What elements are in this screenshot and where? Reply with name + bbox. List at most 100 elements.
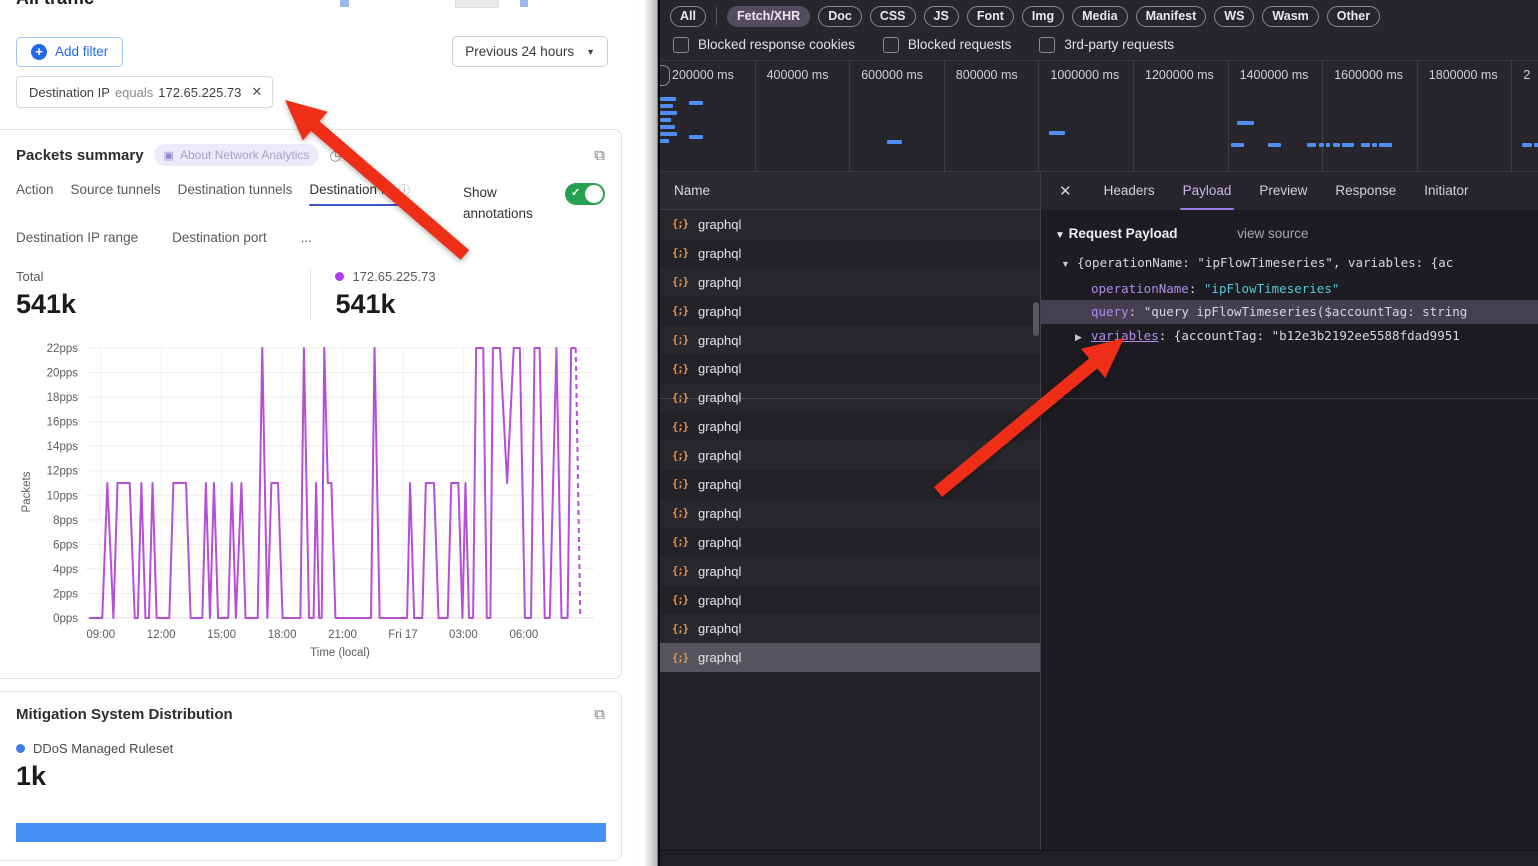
timeline-request-mark xyxy=(1326,143,1330,147)
expand-copy-icon[interactable]: ⧉ xyxy=(594,147,605,164)
close-icon[interactable]: ✕ xyxy=(1059,182,1072,200)
payload-key[interactable]: operationName xyxy=(1091,281,1189,296)
filter-pill-all[interactable]: All xyxy=(670,6,706,27)
detail-tab-initiator[interactable]: Initiator xyxy=(1424,172,1468,210)
request-row[interactable]: {;}graphql xyxy=(660,268,1040,297)
request-name: graphql xyxy=(698,246,741,261)
stat-label: Total xyxy=(16,269,310,284)
request-row[interactable]: {;}graphql xyxy=(660,499,1040,528)
pill-divider xyxy=(716,7,717,25)
filter-pill-wasm[interactable]: Wasm xyxy=(1262,6,1318,27)
info-icon: ⓘ xyxy=(398,185,410,197)
collapse-triangle-icon[interactable]: ▼ xyxy=(1061,253,1077,277)
svg-text:21:00: 21:00 xyxy=(328,629,357,641)
tab-[interactable]: ... xyxy=(301,230,312,245)
filter-pill-css[interactable]: CSS xyxy=(870,6,916,27)
request-row[interactable]: {;}graphql xyxy=(660,210,1040,239)
checkbox-box[interactable] xyxy=(1039,37,1055,53)
request-row[interactable]: {;}graphql xyxy=(660,354,1040,383)
timeline-request-mark xyxy=(887,140,902,144)
svg-text:12:00: 12:00 xyxy=(147,629,176,641)
payload-summary-line[interactable]: ▼{operationName: "ipFlowTimeseries", var… xyxy=(1041,251,1538,277)
request-row[interactable]: {;}graphql xyxy=(660,528,1040,557)
plus-icon: + xyxy=(31,44,47,60)
filter-pill-media[interactable]: Media xyxy=(1072,6,1127,27)
annotations-toggle[interactable]: ✓ xyxy=(565,183,605,205)
filter-pill-ws[interactable]: WS xyxy=(1214,6,1254,27)
timeline-request-mark xyxy=(1372,143,1377,147)
detail-tabs: ✕ Headers Payload Preview Response Initiator xyxy=(1041,172,1538,210)
json-braces-icon: {;} xyxy=(672,392,688,404)
request-row[interactable]: {;}graphql xyxy=(660,470,1040,499)
detail-tab-payload[interactable]: Payload xyxy=(1183,172,1232,210)
svg-text:6pps: 6pps xyxy=(53,539,78,551)
request-name: graphql xyxy=(698,275,741,290)
request-row[interactable]: {;}graphql xyxy=(660,412,1040,441)
svg-text:10pps: 10pps xyxy=(47,490,79,502)
timeline-request-mark xyxy=(660,97,676,101)
json-braces-icon: {;} xyxy=(672,623,688,635)
filter-pill-js[interactable]: JS xyxy=(924,6,959,27)
tab-destination-ip-range[interactable]: Destination IP range xyxy=(16,230,138,245)
filter-pill-img[interactable]: Img xyxy=(1022,6,1064,27)
request-row[interactable]: {;}graphql xyxy=(660,614,1040,643)
svg-text:18pps: 18pps xyxy=(47,392,79,404)
request-name: graphql xyxy=(698,390,741,405)
payload-kv-line[interactable]: query: "query ipFlowTimeseries($accountT… xyxy=(1041,300,1538,324)
filter-pill-fetch-xhr[interactable]: Fetch/XHR xyxy=(727,6,810,27)
request-row[interactable]: {;}graphql xyxy=(660,239,1040,268)
tab-action[interactable]: Action xyxy=(16,182,54,206)
filter-pill-doc[interactable]: Doc xyxy=(818,6,862,27)
timeline-tick-label: 2 xyxy=(1523,68,1530,82)
payload-value: "query ipFlowTimeseries($accountTag: str… xyxy=(1144,304,1468,319)
scrollbar-thumb[interactable] xyxy=(1033,302,1039,336)
network-overview-timeline[interactable]: 200000 ms400000 ms600000 ms800000 ms1000… xyxy=(660,61,1538,172)
expand-copy-icon[interactable]: ⧉ xyxy=(594,706,605,723)
payload-key[interactable]: variables xyxy=(1091,328,1159,343)
expand-triangle-icon[interactable]: ▶ xyxy=(1075,326,1091,350)
request-row[interactable]: {;}graphql xyxy=(660,297,1040,326)
filter-pill-font[interactable]: Font xyxy=(967,6,1014,27)
about-network-analytics-badge[interactable]: ▣ About Network Analytics xyxy=(154,144,320,166)
colon: : xyxy=(1189,281,1204,296)
remove-filter-icon[interactable]: ✕ xyxy=(251,84,262,100)
request-row[interactable]: {;}graphql xyxy=(660,441,1040,470)
detail-tab-preview[interactable]: Preview xyxy=(1259,172,1307,210)
checkbox-box[interactable] xyxy=(883,37,899,53)
tab-source-tunnels[interactable]: Source tunnels xyxy=(71,182,161,206)
detail-tab-headers[interactable]: Headers xyxy=(1104,172,1155,210)
show-annotations-label: Show annotations xyxy=(463,182,551,224)
colon: : xyxy=(1129,304,1144,319)
checkbox-label: Blocked requests xyxy=(908,37,1012,52)
section-title: Request Payload xyxy=(1069,226,1178,241)
stat-value: 541k xyxy=(16,289,310,320)
checkbox-box[interactable] xyxy=(673,37,689,53)
request-row[interactable]: {;}graphql xyxy=(660,586,1040,615)
checkbox-blocked-response-cookies[interactable]: Blocked response cookies xyxy=(673,37,855,53)
collapse-triangle-icon[interactable]: ▼ xyxy=(1055,230,1065,241)
tab-destination-port[interactable]: Destination port xyxy=(172,230,267,245)
timeline-gridline xyxy=(944,61,945,171)
analytics-page: All traffic + Add filter Previous 24 hou… xyxy=(0,0,622,866)
request-row[interactable]: {;}graphql xyxy=(660,326,1040,355)
request-row[interactable]: {;} graphql xyxy=(660,383,1040,412)
history-clock-icon[interactable]: ◷ xyxy=(329,147,341,164)
add-filter-button[interactable]: + Add filter xyxy=(16,37,123,67)
time-range-dropdown[interactable]: Previous 24 hours ▼ xyxy=(452,36,608,67)
column-header-name[interactable]: Name xyxy=(660,172,1040,210)
request-row[interactable]: {;}graphql xyxy=(660,643,1040,672)
filter-pill-other[interactable]: Other xyxy=(1327,6,1380,27)
request-row[interactable]: {;}graphql xyxy=(660,557,1040,586)
payload-key[interactable]: query xyxy=(1091,304,1129,319)
payload-kv-line[interactable]: ▶variables: {accountTag: "b12e3b2192ee55… xyxy=(1041,324,1538,350)
filter-chip[interactable]: Destination IP equals 172.65.225.73 ✕ xyxy=(16,76,273,108)
view-source-link[interactable]: view source xyxy=(1237,226,1308,241)
checkbox-blocked-requests[interactable]: Blocked requests xyxy=(883,37,1012,53)
tab-destination-tunnels[interactable]: Destination tunnels xyxy=(178,182,293,206)
filter-pill-manifest[interactable]: Manifest xyxy=(1136,6,1207,27)
series-dot xyxy=(335,272,344,281)
tab-destination-ip[interactable]: Destination IPⓘ xyxy=(309,182,410,206)
detail-tab-response[interactable]: Response xyxy=(1335,172,1396,210)
checkbox-3rd-party-requests[interactable]: 3rd-party requests xyxy=(1039,37,1174,53)
payload-kv-line[interactable]: operationName: "ipFlowTimeseries" xyxy=(1041,277,1538,301)
